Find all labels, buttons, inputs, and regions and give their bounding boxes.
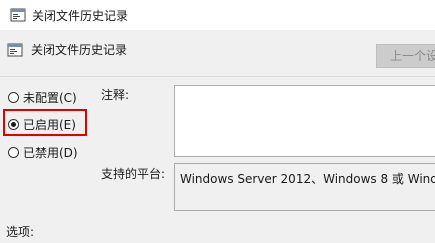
policy-title: 关闭文件历史记录 <box>31 43 128 57</box>
policy-settings-icon <box>10 8 26 22</box>
header-separator <box>0 76 435 77</box>
supported-platform-label: 支持的平台: <box>101 167 166 181</box>
policy-settings-icon <box>7 43 23 57</box>
supported-platform-value: Windows Server 2012、Windows 8 或 Windo <box>174 163 435 211</box>
previous-setting-button[interactable]: 上一个设 <box>376 44 435 68</box>
highlight-box <box>3 109 87 136</box>
comment-label: 注释: <box>101 88 130 102</box>
radio-label: 未配置(C) <box>23 90 77 105</box>
comment-textarea[interactable] <box>174 85 435 157</box>
radio-not-configured[interactable]: 未配置(C) <box>8 88 77 106</box>
radio-disabled[interactable]: 已禁用(D) <box>8 143 78 161</box>
options-label: 选项: <box>6 225 35 239</box>
radio-label: 已禁用(D) <box>23 145 78 160</box>
window-title: 关闭文件历史记录 <box>32 9 129 23</box>
radio-circle[interactable] <box>8 91 19 103</box>
title-bar: 关闭文件历史记录 <box>0 0 435 30</box>
radio-circle[interactable] <box>8 146 19 158</box>
